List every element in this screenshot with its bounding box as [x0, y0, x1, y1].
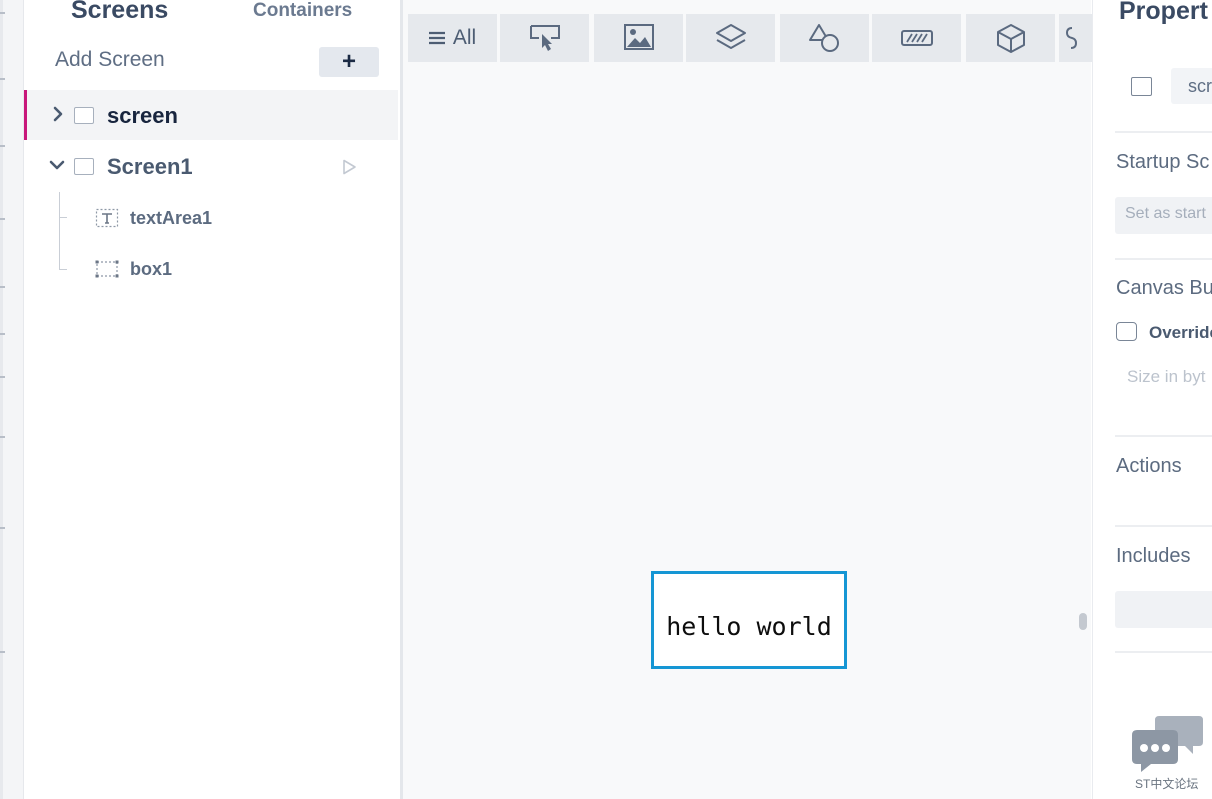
add-screen-button[interactable]: + — [319, 47, 379, 77]
3d-cube-icon — [996, 24, 1025, 53]
screen1-checkbox[interactable] — [74, 158, 94, 175]
progress-icon — [900, 30, 933, 46]
image-icon — [623, 24, 654, 50]
shape-widgets-button[interactable] — [780, 14, 869, 62]
tab-containers[interactable]: Containers — [253, 0, 352, 22]
add-screen-label: Add Screen — [55, 48, 165, 71]
screens-tabs: Screens Containers — [24, 0, 398, 30]
size-in-bytes-input[interactable]: Size in byt — [1127, 367, 1205, 387]
3d-widgets-button[interactable] — [966, 14, 1055, 62]
chevron-right-icon[interactable] — [49, 105, 67, 123]
hello-world-textarea[interactable]: hello world — [651, 571, 847, 669]
set-as-startup-label: Set as start — [1125, 205, 1206, 222]
image-widgets-button[interactable] — [594, 14, 683, 62]
startup-screen-title: Startup Sc — [1116, 151, 1210, 173]
container-widgets-button[interactable] — [686, 14, 775, 62]
tree-item-label: box1 — [130, 259, 173, 279]
override-checkbox[interactable] — [1116, 322, 1137, 341]
set-as-startup-button[interactable]: Set as start — [1115, 197, 1212, 234]
widget-toolbar: All — [408, 14, 1094, 62]
screen-name-field[interactable]: scr — [1171, 68, 1212, 104]
chat-bubbles-icon[interactable] — [1131, 714, 1205, 772]
box-icon — [95, 260, 119, 278]
tree-item-textarea1[interactable]: textArea1 — [24, 200, 398, 240]
filter-all-button[interactable]: All — [408, 14, 497, 62]
button-icon — [529, 25, 560, 51]
plus-icon: + — [341, 48, 356, 75]
tree-item-label: screen — [107, 103, 178, 128]
play-icon[interactable] — [340, 158, 358, 176]
override-label: Override — [1149, 323, 1212, 342]
chevron-down-icon[interactable] — [48, 156, 66, 174]
includes-title: Includes — [1116, 545, 1191, 567]
divider — [1115, 258, 1212, 260]
screen-checkbox[interactable] — [74, 107, 94, 124]
includes-field[interactable] — [1115, 591, 1212, 628]
divider — [1115, 435, 1212, 437]
canvas-buffer-title: Canvas Bu — [1116, 277, 1212, 299]
tree-item-screen1[interactable]: Screen1 — [24, 141, 398, 191]
text-area-icon — [95, 208, 119, 228]
properties-title: Propert — [1119, 0, 1208, 25]
menu-icon — [428, 31, 445, 45]
properties-panel: Propert scr Startup Sc Set as start Canv… — [1092, 0, 1212, 799]
hello-world-text: hello world — [666, 611, 832, 641]
tree-item-label: textArea1 — [130, 208, 213, 228]
screen-name-value: scr — [1188, 76, 1212, 96]
more-widgets-button[interactable] — [1059, 14, 1094, 62]
left-edge-strip — [0, 0, 24, 799]
screens-panel: Screens Containers Add Screen + screen S… — [24, 0, 398, 799]
divider — [1115, 525, 1212, 527]
actions-title: Actions — [1116, 455, 1182, 477]
tree-item-screen[interactable]: screen — [24, 90, 398, 140]
selection-accent-bar — [24, 90, 27, 140]
more-icon — [1065, 27, 1077, 49]
tree-item-box1[interactable]: box1 — [24, 251, 398, 291]
canvas-scrollbar[interactable] — [1079, 613, 1087, 630]
divider — [1115, 651, 1212, 653]
shapes-icon — [808, 24, 839, 52]
forum-watermark-text: ST中文论坛 — [1135, 777, 1199, 791]
button-widgets-button[interactable] — [500, 14, 589, 62]
tree-item-label: Screen1 — [107, 154, 193, 179]
filter-all-label: All — [452, 26, 477, 49]
divider — [1115, 131, 1212, 133]
progress-widgets-button[interactable] — [872, 14, 961, 62]
layers-icon — [715, 24, 746, 49]
tab-screens[interactable]: Screens — [71, 0, 168, 25]
canvas-area[interactable]: All hello world — [400, 0, 1094, 799]
screen-visible-checkbox[interactable] — [1131, 77, 1152, 96]
